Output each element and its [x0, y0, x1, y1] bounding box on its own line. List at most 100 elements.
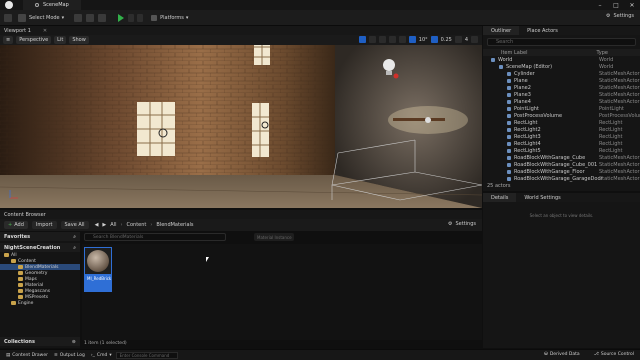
- stop-icon[interactable]: [137, 13, 144, 22]
- collections-header[interactable]: Collections ⊕: [0, 337, 80, 346]
- outliner-search-input[interactable]: Search: [487, 38, 636, 46]
- derived-data-button[interactable]: ⛁ Derived Data: [544, 352, 580, 357]
- breadcrumb-content[interactable]: Content: [126, 222, 146, 228]
- source-control-icon: ⎇: [593, 352, 599, 357]
- actor-icon: [507, 71, 511, 76]
- import-label: Import: [35, 222, 53, 228]
- outliner-row-type: StaticMeshActor: [599, 77, 640, 84]
- outliner-row[interactable]: PointLight PointLight: [483, 105, 640, 112]
- content-browser-tab-label: Content Browser: [4, 211, 46, 218]
- outliner-row[interactable]: Cylinder StaticMeshActor: [483, 70, 640, 77]
- database-icon: ⛁: [544, 352, 548, 357]
- platforms-dropdown[interactable]: Platforms ▾: [151, 14, 188, 21]
- console-command-input[interactable]: Enter Console Command: [115, 351, 178, 359]
- outliner-row[interactable]: RectLight3 RectLight: [483, 133, 640, 140]
- tab-details[interactable]: Details: [483, 193, 517, 202]
- save-icon[interactable]: [4, 13, 12, 22]
- settings-button[interactable]: ⚙ Settings: [606, 13, 634, 19]
- outliner-row[interactable]: SceneMap (Editor) World: [483, 63, 640, 70]
- translate-icon[interactable]: [358, 36, 366, 43]
- tab-outliner[interactable]: Outliner: [483, 26, 520, 35]
- save-all-label: Save All: [64, 222, 85, 228]
- grid-snap-icon[interactable]: [408, 36, 416, 43]
- grid-snap-value[interactable]: 10°: [419, 37, 428, 43]
- column-type[interactable]: Type: [597, 50, 608, 56]
- outliner-row[interactable]: RectLight5 RectLight: [483, 147, 640, 154]
- outliner-row[interactable]: RoadBlockWithGarage_Cube StaticMeshActor: [483, 154, 640, 161]
- outliner-row[interactable]: Plane3 StaticMeshActor: [483, 91, 640, 98]
- show-button[interactable]: Show: [69, 36, 89, 44]
- folder-label: MSPresets: [25, 294, 49, 300]
- outliner-row-type: World: [599, 56, 614, 63]
- select-mode-label: Select Mode: [29, 14, 60, 21]
- rotation-snap-icon[interactable]: [430, 36, 438, 43]
- outliner-row[interactable]: Plane4 StaticMeshActor: [483, 98, 640, 105]
- outliner-row[interactable]: RoadBlockWithGarage_GarageDoor StaticMesh…: [483, 175, 640, 182]
- surface-snap-icon[interactable]: [398, 36, 406, 43]
- minimize-icon[interactable]: –: [592, 0, 608, 10]
- outliner-row[interactable]: RectLight RectLight: [483, 119, 640, 126]
- pause-icon[interactable]: [128, 13, 135, 22]
- content-settings-button[interactable]: ⚙ Settings: [448, 221, 476, 227]
- unreal-logo-icon[interactable]: [5, 1, 13, 9]
- project-header[interactable]: NightSceneCreation ⌕: [0, 243, 80, 252]
- blueprint-icon[interactable]: [86, 13, 95, 22]
- scale-snap-value[interactable]: 0.25: [441, 37, 452, 43]
- maximize-viewport-icon[interactable]: [471, 36, 478, 43]
- outliner-row-label: RectLight2: [514, 126, 541, 133]
- output-log-button[interactable]: ≡ Output Log: [54, 353, 85, 358]
- outliner-row-type: StaticMeshActor: [599, 84, 640, 91]
- import-button[interactable]: Import: [31, 221, 57, 229]
- camera-speed-icon[interactable]: [454, 36, 462, 43]
- rotate-icon[interactable]: [368, 36, 376, 43]
- viewport-menu-button[interactable]: ≡: [3, 36, 14, 44]
- column-item-label[interactable]: Item Label: [501, 50, 527, 56]
- outliner-row[interactable]: Plane StaticMeshActor: [483, 77, 640, 84]
- close-icon[interactable]: ✕: [624, 0, 640, 10]
- outliner-row[interactable]: Plane2 StaticMeshActor: [483, 84, 640, 91]
- tab-viewport[interactable]: Viewport 1 ✕: [0, 26, 482, 35]
- asset-tile[interactable]: MI_RedBrick: [84, 247, 112, 292]
- search-icon[interactable]: ⌕: [73, 234, 76, 240]
- world-space-icon[interactable]: [388, 36, 396, 43]
- search-icon[interactable]: ⌕: [73, 245, 76, 251]
- viewport-scene[interactable]: [0, 45, 482, 208]
- tab-place-actors[interactable]: Place Actors: [519, 26, 566, 35]
- maximize-icon[interactable]: □: [608, 0, 624, 10]
- outliner-row[interactable]: RectLight2 RectLight: [483, 126, 640, 133]
- camera-speed-value[interactable]: 4: [465, 37, 468, 43]
- content-search-input[interactable]: Search BlendMaterials: [84, 233, 226, 241]
- tab-scene-map[interactable]: SceneMap: [23, 0, 81, 10]
- cinematics-icon[interactable]: [98, 13, 107, 22]
- content-drawer-button[interactable]: ▤ Content Drawer: [6, 353, 48, 358]
- breadcrumb-all[interactable]: All: [110, 222, 116, 228]
- history-back-icon[interactable]: ◀: [95, 222, 99, 228]
- folder-item[interactable]: Engine: [0, 300, 80, 306]
- outliner-row[interactable]: RoadBlockWithGarage_Floor StaticMeshActor: [483, 168, 640, 175]
- select-mode-dropdown[interactable]: Select Mode ▾: [18, 13, 64, 22]
- lit-button[interactable]: Lit: [54, 36, 67, 44]
- add-button[interactable]: + Add: [4, 221, 28, 229]
- outliner-row[interactable]: RectLight4 RectLight: [483, 140, 640, 147]
- save-all-button[interactable]: Save All: [60, 221, 89, 229]
- source-control-button[interactable]: ⎇ Source Control: [594, 352, 634, 357]
- breadcrumb-blendmaterials[interactable]: BlendMaterials: [156, 222, 193, 228]
- filter-chip[interactable]: Material Instance: [254, 233, 294, 241]
- tab-content-browser[interactable]: Content Browser: [0, 210, 482, 219]
- outliner-row-label: PostProcessVolume: [514, 112, 563, 119]
- actor-icon: [507, 92, 511, 97]
- outliner-row[interactable]: World World: [483, 56, 640, 63]
- history-forward-icon[interactable]: ▶: [102, 222, 106, 228]
- outliner-row[interactable]: PostProcessVolume PostProcessVolume: [483, 112, 640, 119]
- scale-icon[interactable]: [378, 36, 386, 43]
- close-icon[interactable]: ✕: [43, 28, 47, 34]
- favorites-header[interactable]: Favorites ⌕: [0, 232, 80, 241]
- add-content-icon[interactable]: [74, 13, 83, 22]
- tab-world-settings[interactable]: World Settings: [516, 193, 568, 202]
- cmd-dropdown[interactable]: ›_ Cmd ▾: [91, 353, 112, 358]
- outliner-row[interactable]: RoadBlockWithGarage_Cube_001 StaticMeshAc…: [483, 161, 640, 168]
- play-icon[interactable]: [118, 13, 125, 22]
- outliner-row-type: RectLight: [599, 147, 623, 154]
- add-collection-icon[interactable]: ⊕: [72, 339, 76, 345]
- perspective-button[interactable]: Perspective: [16, 36, 52, 44]
